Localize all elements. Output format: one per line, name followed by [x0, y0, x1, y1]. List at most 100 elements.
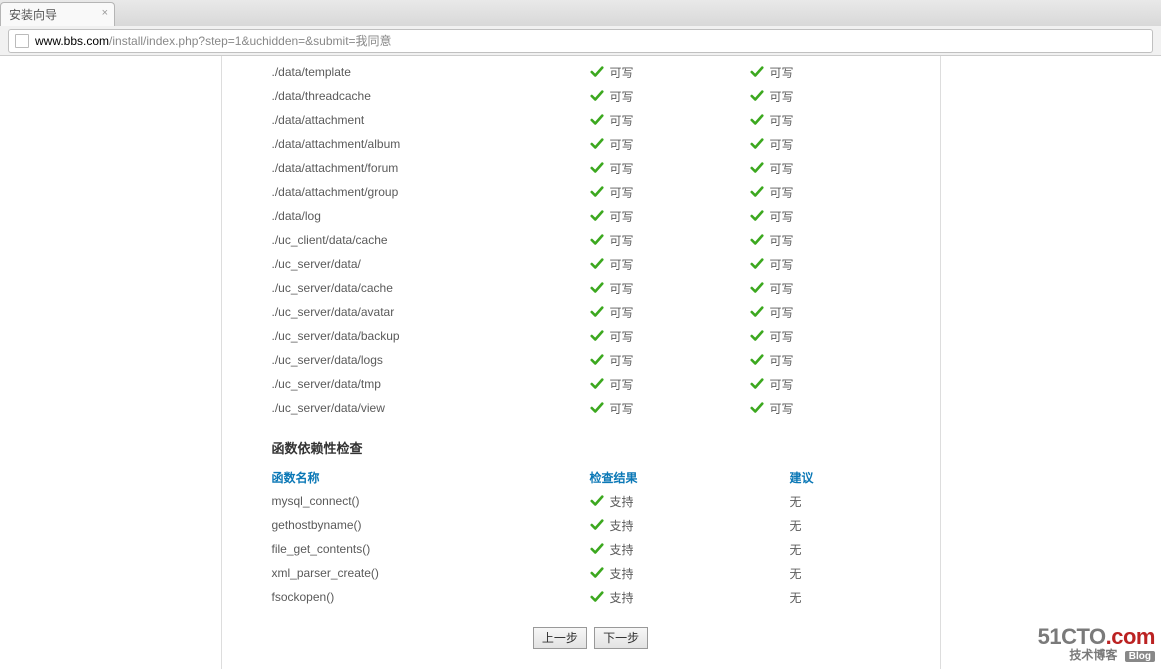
check-icon	[590, 518, 604, 532]
func-name: fsockopen()	[272, 590, 590, 604]
table-row: ./uc_client/data/cache可写可写	[272, 228, 910, 252]
check-icon	[590, 542, 604, 556]
status-label: 可写	[610, 112, 634, 129]
check-icon	[750, 185, 764, 199]
check-icon	[590, 353, 604, 367]
status-label: 可写	[770, 280, 794, 297]
watermark-text: 技术博客	[1069, 648, 1117, 662]
dir-status-required: 可写	[590, 256, 750, 273]
check-icon	[590, 209, 604, 223]
url-host: www.bbs.com	[35, 34, 109, 48]
check-icon	[590, 65, 604, 79]
status-label: 可写	[610, 208, 634, 225]
watermark-text: 51CTO	[1038, 624, 1106, 649]
table-row: ./data/attachment/forum可写可写	[272, 156, 910, 180]
next-button[interactable]: 下一步	[594, 627, 648, 649]
address-bar[interactable]: www.bbs.com/install/index.php?step=1&uch…	[8, 29, 1153, 53]
dir-status-current: 可写	[750, 112, 910, 129]
dir-status-current: 可写	[750, 256, 910, 273]
check-icon	[750, 377, 764, 391]
table-row: gethostbyname() 支持 无	[272, 513, 910, 537]
status-label: 可写	[610, 328, 634, 345]
table-row: mysql_connect()支持无	[272, 489, 910, 513]
check-icon	[750, 65, 764, 79]
func-result: 支持	[590, 541, 790, 558]
check-icon	[750, 233, 764, 247]
table-row: file_get_contents() 支持 无	[272, 537, 910, 561]
check-icon	[590, 233, 604, 247]
dir-path: ./uc_server/data/backup	[272, 329, 590, 343]
func-suggest: 无	[790, 541, 910, 558]
status-label: 可写	[770, 256, 794, 273]
dir-path: ./data/attachment	[272, 113, 590, 127]
check-icon	[590, 257, 604, 271]
result-label: 支持	[610, 541, 634, 558]
dir-status-required: 可写	[590, 280, 750, 297]
status-label: 可写	[610, 64, 634, 81]
close-icon[interactable]: ×	[102, 8, 108, 19]
dir-status-current: 可写	[750, 136, 910, 153]
dir-path: ./uc_client/data/cache	[272, 233, 590, 247]
watermark-51cto: 51CTO.com 技术博客 Blog	[1038, 625, 1155, 662]
table-row: ./data/attachment 可写 可写	[272, 108, 910, 132]
func-result: 支持	[590, 589, 790, 606]
check-icon	[750, 89, 764, 103]
check-icon	[590, 281, 604, 295]
func-suggest: 无	[790, 493, 910, 510]
prev-button[interactable]: 上一步	[533, 627, 587, 649]
check-icon	[750, 113, 764, 127]
dir-status-current: 可写	[750, 184, 910, 201]
result-label: 支持	[610, 517, 634, 534]
status-label: 可写	[610, 304, 634, 321]
status-label: 可写	[610, 256, 634, 273]
status-label: 可写	[770, 112, 794, 129]
browser-tab[interactable]: 安装向导 ×	[0, 2, 115, 26]
dir-status-required: 可写	[590, 304, 750, 321]
dir-path: ./data/template	[272, 65, 590, 79]
status-label: 可写	[770, 376, 794, 393]
dir-permission-table: ./data/template可写可写./data/threadcache可写可…	[272, 60, 910, 420]
func-table-header: 函数名称 检查结果 建议	[272, 465, 910, 489]
table-row: ./data/attachment/group可写可写	[272, 180, 910, 204]
table-row: ./uc_server/data/backup可写可写	[272, 324, 910, 348]
status-label: 可写	[610, 88, 634, 105]
status-label: 可写	[770, 136, 794, 153]
dir-status-required: 可写	[590, 64, 750, 81]
status-label: 可写	[770, 232, 794, 249]
check-icon	[590, 113, 604, 127]
check-icon	[750, 401, 764, 415]
check-icon	[750, 257, 764, 271]
func-name: mysql_connect()	[272, 494, 590, 508]
func-suggest: 无	[790, 517, 910, 534]
dir-status-required: 可写	[590, 136, 750, 153]
dir-status-required: 可写	[590, 400, 750, 417]
status-label: 可写	[610, 136, 634, 153]
func-name: gethostbyname()	[272, 518, 590, 532]
table-row: ./data/threadcache可写可写	[272, 84, 910, 108]
check-icon	[750, 329, 764, 343]
dir-path: ./uc_server/data/logs	[272, 353, 590, 367]
dir-path: ./uc_server/data/view	[272, 401, 590, 415]
dir-status-current: 可写	[750, 304, 910, 321]
dir-status-required: 可写	[590, 160, 750, 177]
dir-path: ./data/attachment/group	[272, 185, 590, 199]
func-header-suggest: 建议	[790, 469, 910, 486]
func-name: file_get_contents()	[272, 542, 590, 556]
dir-status-current: 可写	[750, 352, 910, 369]
check-icon	[590, 494, 604, 508]
table-row: ./data/attachment/album 可写 可写	[272, 132, 910, 156]
dir-path: ./data/attachment/album	[272, 137, 590, 151]
check-icon	[590, 137, 604, 151]
check-icon	[590, 329, 604, 343]
dir-path: ./data/threadcache	[272, 89, 590, 103]
table-row: xml_parser_create()支持无	[272, 561, 910, 585]
dir-path: ./uc_server/data/avatar	[272, 305, 590, 319]
dir-path: ./data/attachment/forum	[272, 161, 590, 175]
func-result: 支持	[590, 517, 790, 534]
check-icon	[750, 137, 764, 151]
check-icon	[590, 401, 604, 415]
dir-status-current: 可写	[750, 232, 910, 249]
result-label: 支持	[610, 589, 634, 606]
dir-status-current: 可写	[750, 160, 910, 177]
dir-path: ./data/log	[272, 209, 590, 223]
